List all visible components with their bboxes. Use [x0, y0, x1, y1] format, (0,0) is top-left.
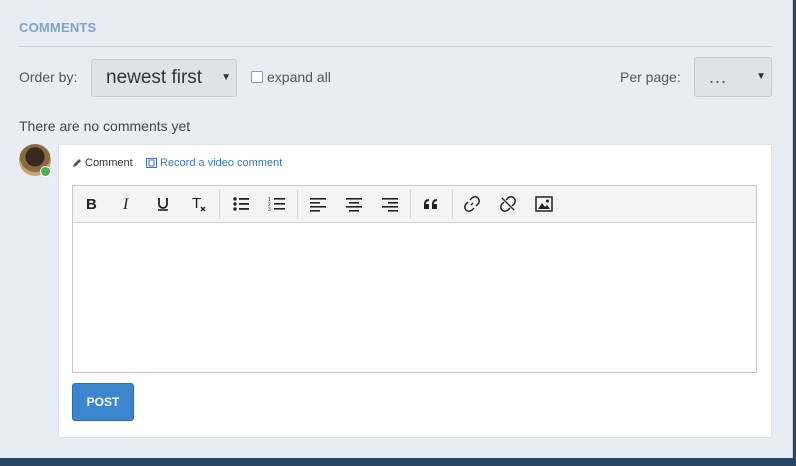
order-by-value: newest first: [106, 67, 203, 88]
per-page-value: ...: [709, 67, 728, 87]
empty-comments-text: There are no comments yet: [19, 118, 191, 134]
online-status-icon: [40, 166, 51, 177]
pencil-icon: [73, 159, 81, 167]
divider: [19, 46, 772, 47]
svg-text:T: T: [192, 195, 201, 212]
image-icon[interactable]: [532, 193, 556, 215]
order-by-label: Order by:: [19, 69, 78, 85]
svg-text:I: I: [122, 196, 129, 212]
toolbar-separator: [410, 190, 411, 218]
per-page-select[interactable]: ... ▼: [694, 57, 772, 97]
film-icon: [146, 158, 157, 168]
editor-content-area[interactable]: [73, 223, 756, 372]
order-by-select[interactable]: newest first ▼: [91, 59, 237, 97]
per-page-label: Per page:: [620, 69, 681, 85]
checkbox-icon[interactable]: [251, 71, 263, 83]
svg-text:B: B: [86, 196, 97, 212]
tab-comment-label: Comment: [85, 157, 133, 169]
expand-all-checkbox[interactable]: expand all: [251, 69, 331, 85]
blockquote-icon[interactable]: [419, 193, 443, 215]
expand-all-label: expand all: [267, 69, 331, 85]
tab-comment[interactable]: Comment: [72, 157, 133, 169]
editor-toolbar: B I T 123: [73, 186, 756, 223]
align-center-icon[interactable]: [342, 193, 366, 215]
post-button[interactable]: POST: [72, 383, 134, 421]
svg-text:3: 3: [268, 207, 271, 212]
rich-text-editor: B I T 123: [72, 185, 757, 373]
tab-record-video[interactable]: Record a video comment: [146, 157, 282, 169]
link-icon[interactable]: [460, 193, 484, 215]
toolbar-separator: [219, 190, 220, 218]
underline-icon[interactable]: [151, 193, 175, 215]
chevron-down-icon: ▼: [221, 72, 231, 83]
clear-format-icon[interactable]: T: [187, 193, 211, 215]
toolbar-separator: [297, 190, 298, 218]
toolbar-separator: [452, 190, 453, 218]
comments-panel: COMMENTS Order by: newest first ▼ expand…: [0, 0, 793, 458]
numbered-list-icon[interactable]: 123: [265, 193, 289, 215]
bulleted-list-icon[interactable]: [229, 193, 253, 215]
bold-icon[interactable]: B: [79, 193, 103, 215]
page-background: [0, 458, 796, 466]
align-left-icon[interactable]: [306, 193, 330, 215]
chevron-down-icon: ▼: [756, 71, 766, 82]
align-right-icon[interactable]: [378, 193, 402, 215]
italic-icon[interactable]: I: [115, 193, 139, 215]
comments-header: COMMENTS: [19, 20, 97, 35]
unlink-icon[interactable]: [496, 193, 520, 215]
tab-record-video-label: Record a video comment: [160, 157, 283, 169]
